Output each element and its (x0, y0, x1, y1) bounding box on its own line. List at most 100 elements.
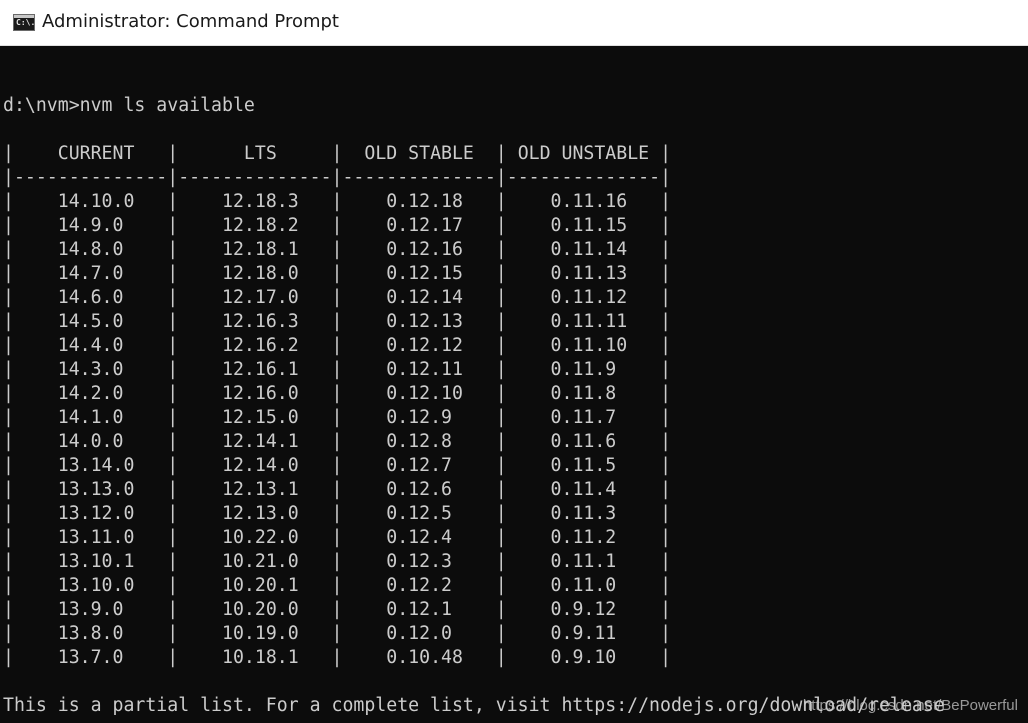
table-border: | (3, 215, 14, 236)
table-row: | 14.3.0 | 12.16.1 | 0.12.11 | 0.11.9 | (3, 358, 671, 382)
table-border: | (660, 191, 672, 212)
table-border: | (495, 575, 507, 596)
table-cell: 0.12.13 (342, 311, 496, 332)
table-border: | (495, 407, 507, 428)
table-cell: 12.14.0 (178, 455, 332, 476)
table-border: | (167, 239, 179, 260)
table-row: | 14.4.0 | 12.16.2 | 0.12.12 | 0.11.10 | (3, 334, 671, 358)
table-cell: 12.18.0 (178, 263, 332, 284)
table-cell: 0.9.10 (506, 647, 661, 668)
table-border: | (660, 311, 672, 332)
table-border: | (331, 407, 343, 428)
table-row: | 13.13.0 | 12.13.1 | 0.12.6 | 0.11.4 | (3, 478, 671, 502)
table-cell: 0.11.0 (506, 575, 661, 596)
cmd-icon-glyph: C:\. (16, 18, 36, 27)
table-border: | (495, 335, 507, 356)
table-border: | (495, 359, 507, 380)
table-row: | 14.2.0 | 12.16.0 | 0.12.10 | 0.11.8 | (3, 382, 671, 406)
table-border: | (495, 647, 507, 668)
table-border: | (331, 191, 343, 212)
table-row: | 14.8.0 | 12.18.1 | 0.12.16 | 0.11.14 | (3, 238, 671, 262)
table-border: | (3, 527, 14, 548)
table-separator: -------------- (178, 167, 332, 188)
table-border: | (3, 455, 14, 476)
table-header-cell: LTS (178, 143, 332, 164)
table-border: | (167, 167, 179, 188)
table-cell: 0.11.10 (506, 335, 661, 356)
table-row: | 13.14.0 | 12.14.0 | 0.12.7 | 0.11.5 | (3, 454, 671, 478)
table-border: | (495, 599, 507, 620)
table-cell: 0.12.3 (342, 551, 496, 572)
table-border: | (167, 479, 179, 500)
table-cell: 13.9.0 (13, 599, 168, 620)
table-cell: 0.12.4 (342, 527, 496, 548)
table-border: | (3, 263, 14, 284)
table-cell: 0.11.12 (506, 287, 661, 308)
table-header-cell: OLD STABLE (342, 143, 496, 164)
table-cell: 0.12.16 (342, 239, 496, 260)
table-cell: 0.12.8 (342, 431, 496, 452)
table-cell: 0.11.3 (506, 503, 661, 524)
table-border: | (331, 599, 343, 620)
table-header-cell: CURRENT (13, 143, 168, 164)
table-cell: 0.10.48 (342, 647, 496, 668)
table-row: | 14.0.0 | 12.14.1 | 0.12.8 | 0.11.6 | (3, 430, 671, 454)
table-header-cell: OLD UNSTABLE (506, 143, 661, 164)
table-cell: 14.1.0 (13, 407, 168, 428)
table-cell: 14.8.0 (13, 239, 168, 260)
table-row: | 13.12.0 | 12.13.0 | 0.12.5 | 0.11.3 | (3, 502, 671, 526)
table-cell: 0.11.14 (506, 239, 661, 260)
table-border: | (3, 335, 14, 356)
table-border: | (495, 143, 507, 164)
table-cell: 0.12.15 (342, 263, 496, 284)
cmd-icon[interactable]: C:\. (13, 14, 35, 31)
table-border: | (660, 599, 672, 620)
table-row: | 14.9.0 | 12.18.2 | 0.12.17 | 0.11.15 | (3, 214, 671, 238)
table-border: | (495, 239, 507, 260)
table-cell: 14.4.0 (13, 335, 168, 356)
table-border: | (167, 455, 179, 476)
table-cell: 13.7.0 (13, 647, 168, 668)
table-border: | (331, 527, 343, 548)
title-bar[interactable]: C:\. Administrator: Command Prompt (0, 0, 1028, 46)
table-border: | (331, 647, 343, 668)
table-border: | (167, 647, 179, 668)
table-cell: 0.11.7 (506, 407, 661, 428)
table-cell: 12.13.1 (178, 479, 332, 500)
table-border: | (167, 215, 179, 236)
table-cell: 14.3.0 (13, 359, 168, 380)
table-border: | (331, 551, 343, 572)
table-border: | (331, 263, 343, 284)
table-cell: 0.12.9 (342, 407, 496, 428)
console-output[interactable]: d:\nvm>nvm ls available | CURRENT | LTS … (3, 46, 1025, 723)
table-cell: 0.12.1 (342, 599, 496, 620)
table-border: | (495, 383, 507, 404)
table-cell: 12.17.0 (178, 287, 332, 308)
table-cell: 12.18.2 (178, 215, 332, 236)
table-row: | 14.6.0 | 12.17.0 | 0.12.14 | 0.11.12 | (3, 286, 671, 310)
table-border: | (167, 527, 179, 548)
table-cell: 12.16.0 (178, 383, 332, 404)
table-border: | (167, 263, 179, 284)
table-cell: 13.11.0 (13, 527, 168, 548)
table-border: | (3, 647, 14, 668)
table-border: | (3, 503, 14, 524)
table-border: | (660, 167, 672, 188)
table-separator: -------------- (13, 167, 168, 188)
table-cell: 0.11.1 (506, 551, 661, 572)
table-row: | 14.5.0 | 12.16.3 | 0.12.13 | 0.11.11 | (3, 310, 671, 334)
table-row: | 13.9.0 | 10.20.0 | 0.12.1 | 0.9.12 | (3, 598, 671, 622)
table-cell: 0.12.17 (342, 215, 496, 236)
table-border: | (331, 479, 343, 500)
table-cell: 0.12.5 (342, 503, 496, 524)
table-border: | (167, 503, 179, 524)
table-border: | (660, 455, 672, 476)
table-row: | 14.1.0 | 12.15.0 | 0.12.9 | 0.11.7 | (3, 406, 671, 430)
table-border: | (331, 167, 343, 188)
table-border: | (3, 431, 14, 452)
table-border: | (660, 287, 672, 308)
table-cell: 0.12.2 (342, 575, 496, 596)
table-border: | (167, 575, 179, 596)
table-border: | (660, 335, 672, 356)
table-cell: 0.11.15 (506, 215, 661, 236)
